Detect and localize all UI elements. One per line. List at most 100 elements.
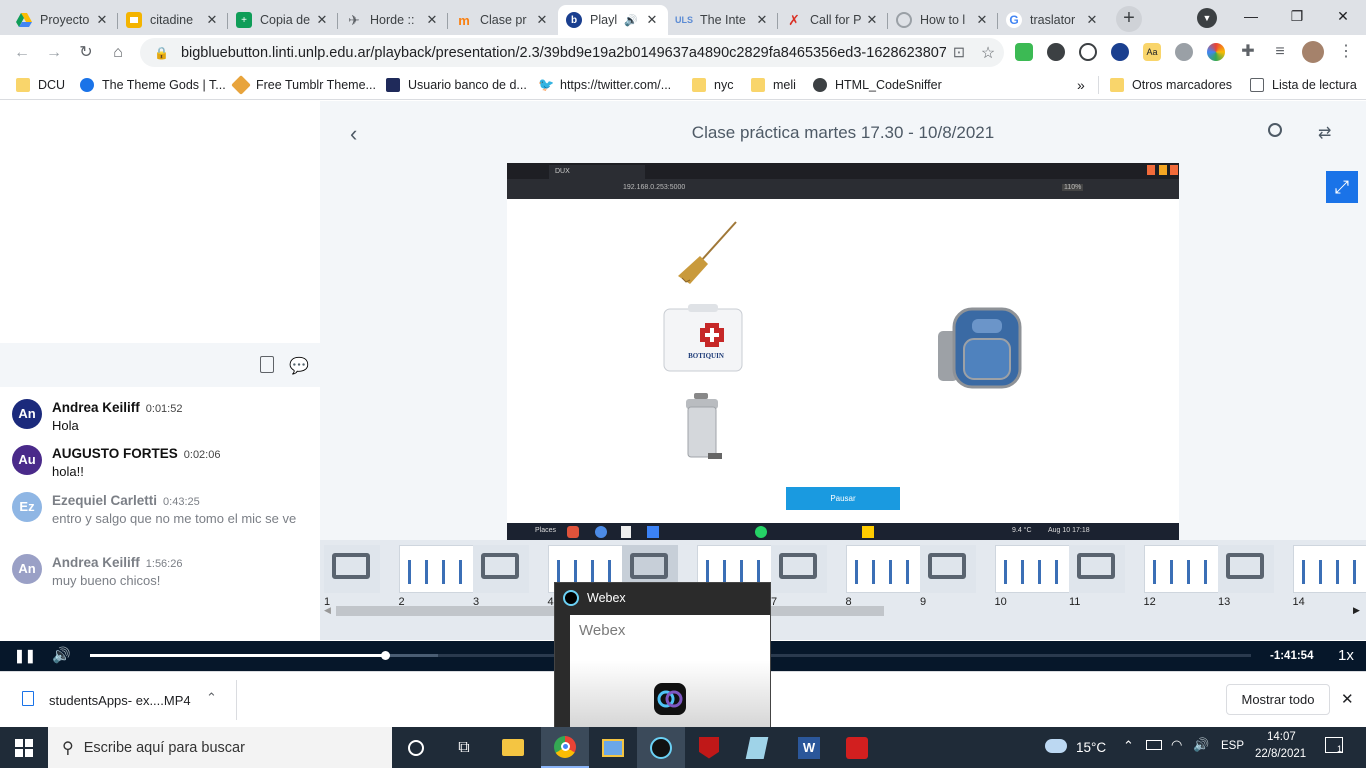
speed-button[interactable]: 1x [1338, 647, 1354, 664]
slide-thumbnail[interactable] [845, 545, 930, 593]
pause-icon[interactable]: ❚❚ [14, 648, 36, 664]
bookmark-meli[interactable]: meli [751, 76, 796, 94]
tab-playback[interactable]: b Playl 🔊 ✕ [558, 5, 668, 35]
extension-grammarly-icon[interactable] [1047, 43, 1065, 61]
chevron-up-icon[interactable]: ⌃ [206, 690, 217, 706]
chat-timestamp[interactable]: 0:01:52 [146, 403, 183, 415]
extension-settings-icon[interactable] [1175, 43, 1193, 61]
tab-copia[interactable]: + Copia de ✕ [228, 5, 338, 35]
close-icon[interactable]: ✕ [1084, 12, 1100, 28]
volume-icon[interactable]: 🔊 [1193, 737, 1209, 753]
bookmarks-overflow[interactable]: » [1077, 76, 1085, 94]
task-view-button[interactable]: ⧉ [440, 727, 488, 768]
taskbar-explorer[interactable] [489, 727, 537, 768]
close-icon[interactable]: ✕ [204, 12, 220, 28]
media-control-icon[interactable]: ≡ [1268, 40, 1292, 64]
slide-thumbnail[interactable] [398, 545, 483, 593]
swap-icon[interactable]: ⇄ [1318, 123, 1331, 143]
extension-heart-icon[interactable] [1111, 43, 1129, 61]
menu-kebab-icon[interactable]: ⋮ [1334, 40, 1358, 64]
bookmark-twitter[interactable]: 🐦 https://twitter.com/... [538, 76, 671, 94]
extensions-puzzle-icon[interactable]: ✚ [1236, 40, 1260, 64]
chevron-up-icon[interactable]: ⌃ [1123, 738, 1134, 754]
taskbar-notepad[interactable] [733, 727, 781, 768]
close-window-button[interactable]: ✕ [1320, 0, 1366, 32]
clock-time[interactable]: 14:07 [1267, 731, 1296, 743]
show-all-button[interactable]: Mostrar todo [1226, 684, 1330, 715]
close-downloads-icon[interactable]: ✕ [1341, 690, 1354, 708]
bookmark-tumblr[interactable]: Free Tumblr Theme... [231, 75, 376, 95]
taskbar-word[interactable]: W [785, 727, 833, 768]
webex-window-preview[interactable]: Webex [570, 615, 770, 729]
slide-thumbnail[interactable] [994, 545, 1079, 593]
forward-icon[interactable]: → [42, 41, 66, 65]
slide-thumbnail[interactable] [771, 545, 827, 593]
slide-thumbnail[interactable] [473, 545, 529, 593]
close-icon[interactable]: ✕ [424, 12, 440, 28]
slide-thumbnail[interactable] [1143, 545, 1228, 593]
notifications-icon[interactable]: 1 [1325, 737, 1343, 754]
bookmark-dcu[interactable]: DCU [16, 76, 65, 94]
speaker-icon[interactable]: 🔊 [624, 14, 638, 27]
pause-button[interactable]: Pausar [786, 487, 900, 510]
back-icon[interactable]: ← [10, 41, 34, 65]
chat-timestamp[interactable]: 0:02:06 [184, 449, 221, 461]
close-icon[interactable]: ✕ [314, 12, 330, 28]
restore-button[interactable]: ❐ [1274, 0, 1320, 32]
taskbar-acrobat[interactable] [833, 727, 881, 768]
tab-howto[interactable]: How to l ✕ [888, 5, 998, 35]
slide-thumbnail[interactable] [1292, 545, 1366, 593]
chat-timestamp[interactable]: 1:56:26 [146, 558, 183, 570]
bookmark-banco[interactable]: Usuario banco de d... [386, 76, 527, 94]
home-icon[interactable]: ⌂ [106, 41, 130, 65]
slide-thumbnail[interactable] [1069, 545, 1125, 593]
tab-citadine[interactable]: citadine ✕ [118, 5, 228, 35]
fullscreen-button[interactable]: ⤢ [1326, 171, 1358, 203]
tab-internet[interactable]: ULS The Inte ✕ [668, 5, 778, 35]
search-placeholder[interactable]: Escribe aquí para buscar [84, 740, 245, 756]
taskbar-search[interactable]: ⚲ Escribe aquí para buscar [48, 727, 392, 768]
url-text[interactable]: bigbluebutton.linti.unlp.edu.ar/playback… [181, 45, 946, 61]
progress-handle[interactable] [380, 651, 390, 660]
bookmark-themegods[interactable]: The Theme Gods | T... [80, 76, 226, 94]
volume-icon[interactable]: 🔊 [52, 646, 71, 664]
tab-horde[interactable]: ✈ Horde :: ✕ [338, 5, 448, 35]
download-filename[interactable]: studentsApps- ex....MP4 [49, 693, 191, 708]
start-button[interactable] [0, 727, 48, 768]
address-bar[interactable]: 🔒 bigbluebutton.linti.unlp.edu.ar/playba… [140, 38, 1004, 67]
extension-font-icon[interactable]: Aa [1143, 43, 1161, 61]
reload-icon[interactable]: ↻ [74, 41, 98, 65]
scroll-left-icon[interactable]: ◀ [324, 605, 331, 616]
taskbar-chrome[interactable] [541, 727, 589, 768]
weather-icon[interactable] [1045, 739, 1067, 753]
taskbar-files[interactable] [589, 727, 637, 768]
slide-thumbnail[interactable] [920, 545, 976, 593]
tab-traslator[interactable]: G traslator ✕ [998, 5, 1108, 35]
close-icon[interactable]: ✕ [754, 12, 770, 28]
chat-bubbles-icon[interactable]: 💬 [289, 356, 309, 376]
close-icon[interactable]: ✕ [644, 12, 660, 28]
scroll-right-icon[interactable]: ▶ [1353, 605, 1360, 616]
chat-timestamp[interactable]: 0:43:25 [163, 496, 200, 508]
extension-wordpress-icon[interactable] [1079, 43, 1097, 61]
search-icon[interactable] [1268, 123, 1282, 137]
bookmark-codesniffer[interactable]: HTML_CodeSniffer [813, 76, 942, 94]
tab-clase[interactable]: m Clase pr ✕ [448, 5, 558, 35]
tab-search-button[interactable]: ▼ [1184, 0, 1230, 32]
bookmark-otros[interactable]: Otros marcadores [1110, 76, 1232, 94]
close-icon[interactable]: ✕ [94, 12, 110, 28]
close-icon[interactable]: ✕ [534, 12, 550, 28]
language-indicator[interactable]: ESP [1221, 740, 1244, 752]
close-icon[interactable]: ✕ [974, 12, 990, 28]
wifi-icon[interactable]: ◠ [1171, 737, 1182, 753]
copy-icon[interactable] [260, 356, 274, 373]
bookmark-star-icon[interactable]: ☆ [972, 43, 1004, 63]
cortana-button[interactable] [392, 727, 440, 768]
thumbnail-scrollbar[interactable] [336, 605, 1346, 617]
translate-icon[interactable]: ⊡ [946, 45, 972, 61]
taskbar-mcafee[interactable] [685, 727, 733, 768]
bookmark-nyc[interactable]: nyc [692, 76, 733, 94]
extension-color-icon[interactable] [1207, 43, 1225, 61]
tab-callfor[interactable]: ✗ Call for P ✕ [778, 5, 888, 35]
slide-thumbnail[interactable] [324, 545, 380, 593]
